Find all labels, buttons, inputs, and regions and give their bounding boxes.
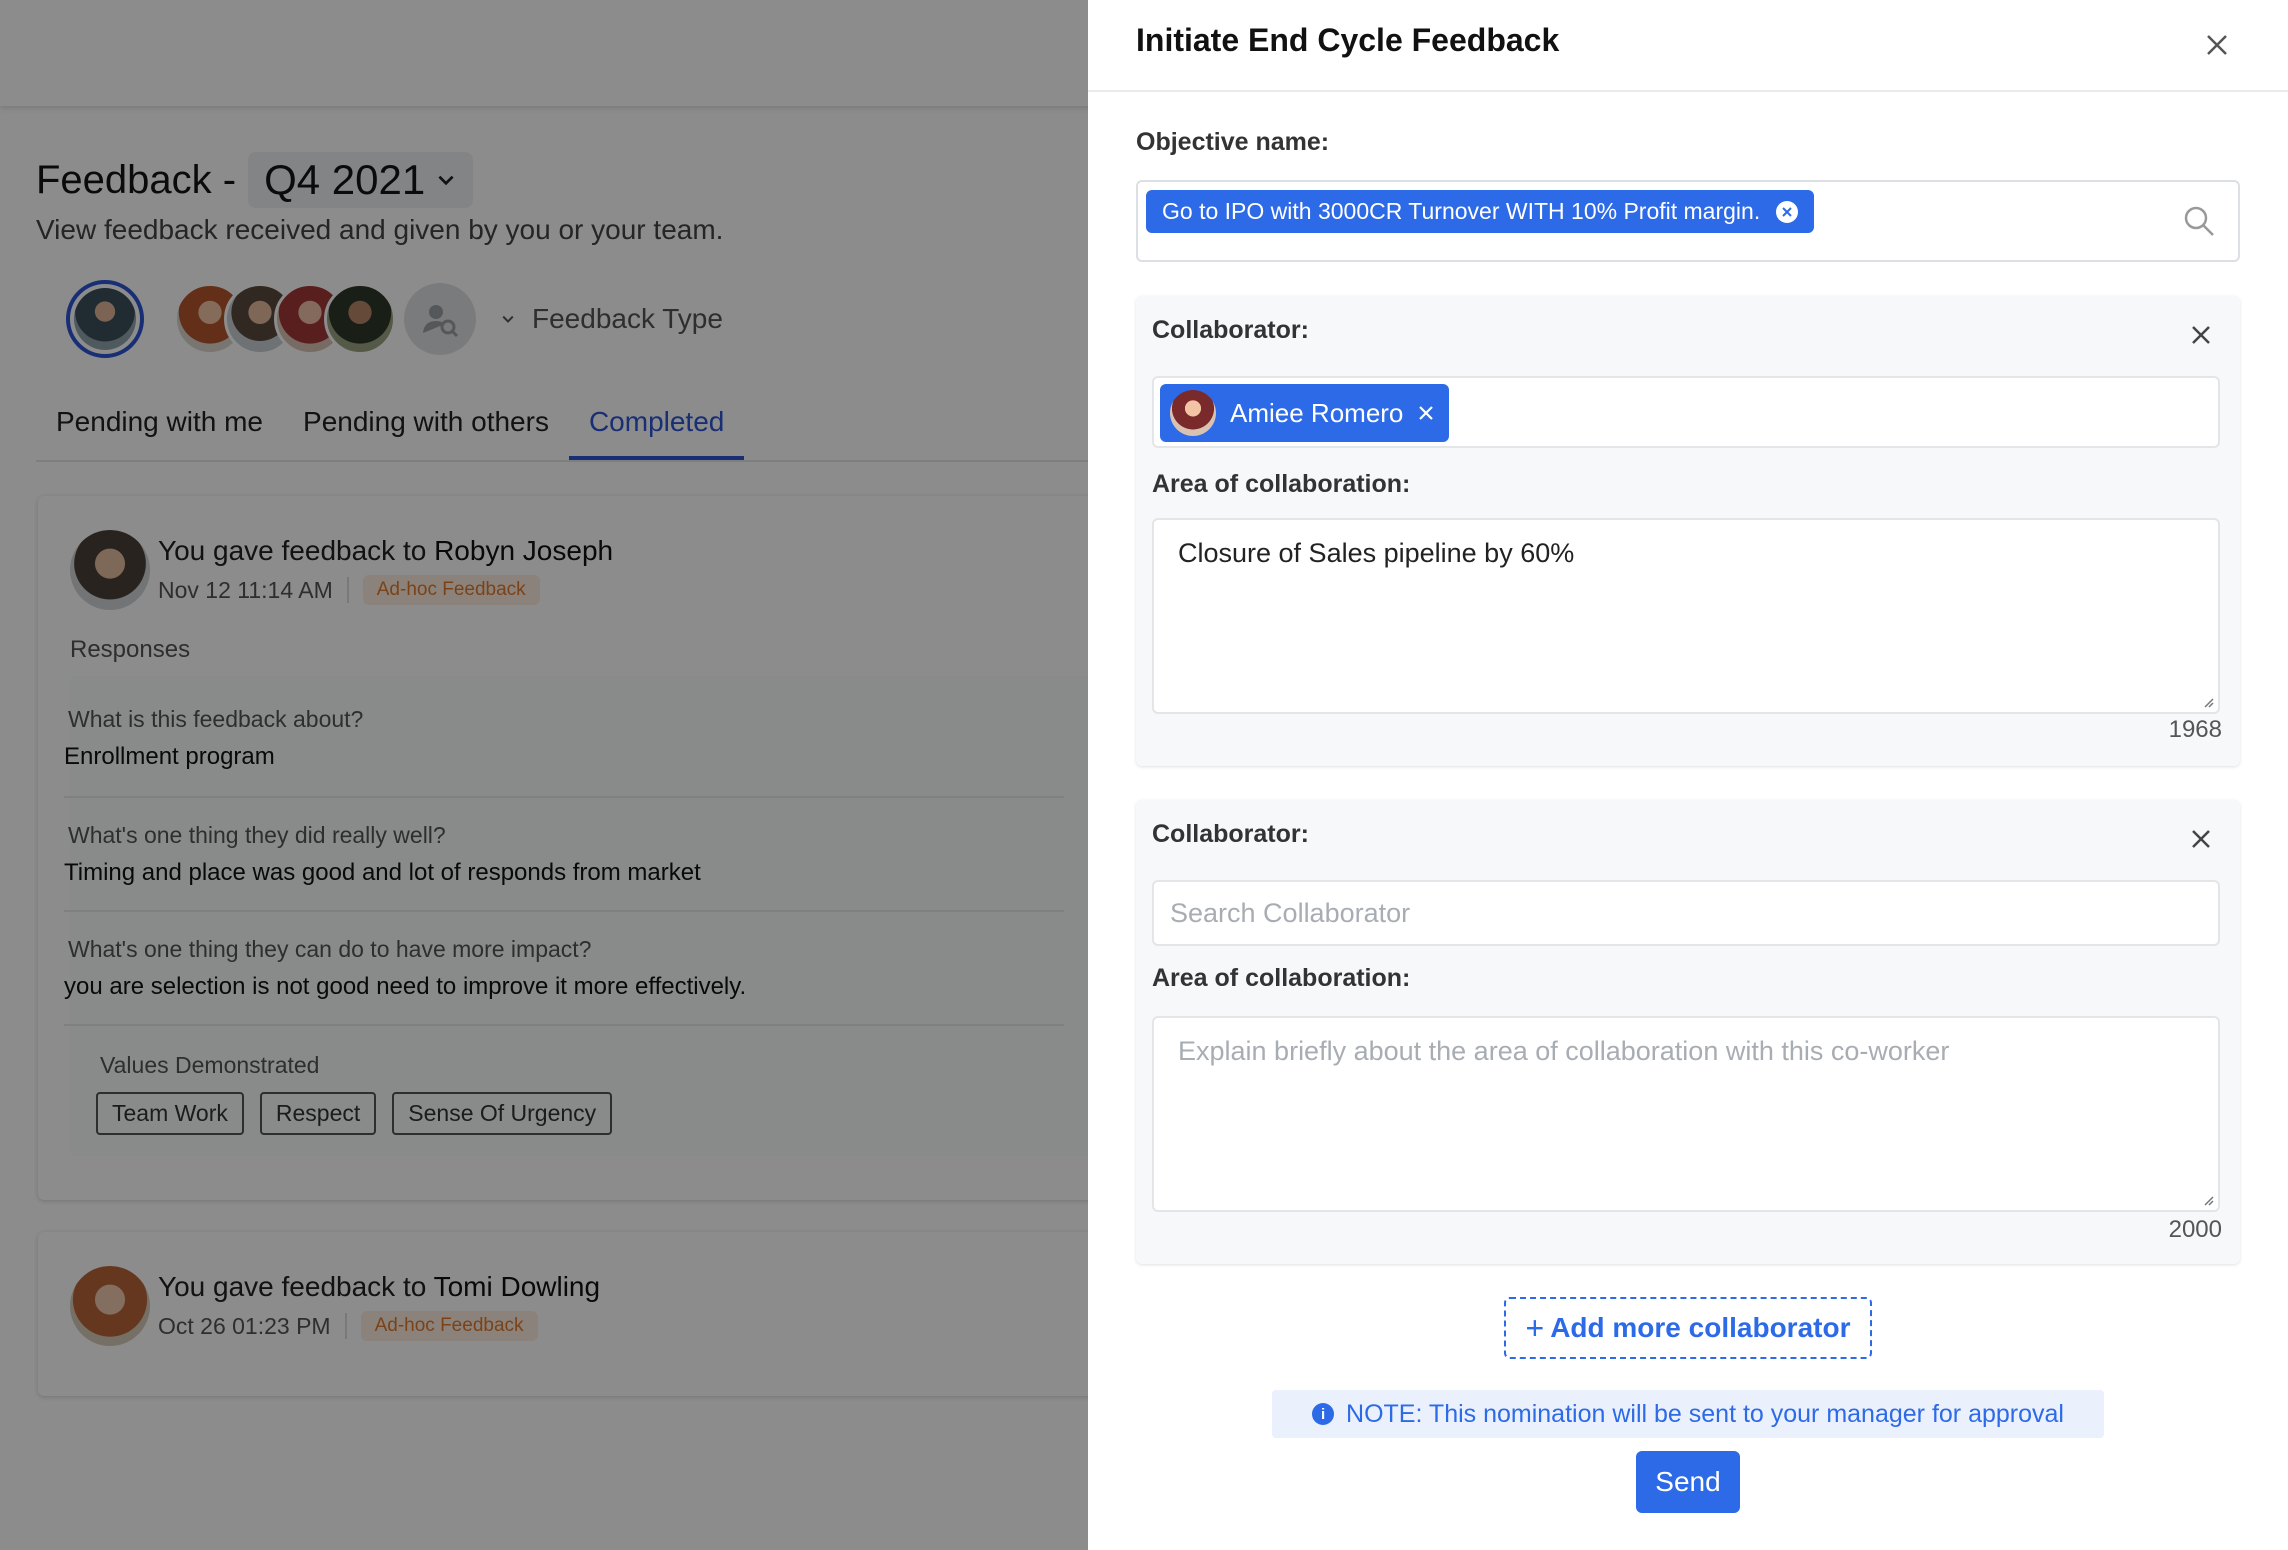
objective-label: Objective name: — [1136, 128, 1330, 156]
resize-handle-icon[interactable] — [2200, 1192, 2214, 1206]
collaborator-label: Collaborator: — [1152, 820, 1309, 848]
close-icon[interactable] — [2188, 826, 2214, 852]
remove-collaborator-icon[interactable] — [1417, 404, 1435, 422]
area-label: Area of collaboration: — [1152, 470, 1411, 498]
objective-select[interactable]: Go to IPO with 3000CR Turnover WITH 10% … — [1136, 180, 2240, 262]
char-count: 1968 — [2168, 716, 2222, 743]
resize-handle-icon[interactable] — [2200, 694, 2214, 708]
send-button[interactable]: Send — [1636, 1451, 1740, 1513]
area-value: Closure of Sales pipeline by 60% — [1178, 538, 1575, 568]
add-more-collaborator-button[interactable]: + Add more collaborator — [1504, 1297, 1872, 1359]
collaborator-tag: Amiee Romero — [1160, 384, 1450, 442]
avatar — [1170, 390, 1216, 436]
collaborator-select[interactable]: Amiee Romero — [1152, 376, 2220, 448]
collaborator-search-input[interactable]: Search Collaborator — [1152, 880, 2220, 946]
area-label: Area of collaboration: — [1152, 964, 1411, 992]
objective-tag-label: Go to IPO with 3000CR Turnover WITH 10% … — [1162, 198, 1761, 224]
approval-note: i NOTE: This nomination will be sent to … — [1272, 1390, 2104, 1438]
add-more-label: Add more collaborator — [1550, 1312, 1851, 1343]
drawer-title: Initiate End Cycle Feedback — [1136, 22, 1560, 58]
note-text: NOTE: This nomination will be sent to yo… — [1346, 1399, 2064, 1428]
char-count: 2000 — [2168, 1216, 2222, 1243]
close-icon[interactable] — [2202, 30, 2232, 60]
collaborator-card: Collaborator: Amiee Romero Area of colla… — [1136, 296, 2240, 766]
collaborator-label: Collaborator: — [1152, 316, 1309, 344]
search-placeholder: Search Collaborator — [1170, 898, 1411, 928]
remove-objective-icon[interactable] — [1776, 200, 1799, 223]
search-icon[interactable] — [2182, 204, 2216, 238]
collaborator-name: Amiee Romero — [1230, 397, 1404, 428]
plus-icon: + — [1525, 1309, 1545, 1346]
area-of-collaboration-textarea[interactable]: Explain briefly about the area of collab… — [1152, 1016, 2220, 1212]
info-icon: i — [1312, 1403, 1335, 1425]
collaborator-card: Collaborator: Search Collaborator Area o… — [1136, 800, 2240, 1264]
area-placeholder: Explain briefly about the area of collab… — [1178, 1036, 1950, 1066]
drawer-header: Initiate End Cycle Feedback — [1088, 0, 2288, 92]
area-of-collaboration-textarea[interactable]: Closure of Sales pipeline by 60% — [1152, 518, 2220, 714]
close-icon[interactable] — [2188, 322, 2214, 348]
objective-tag: Go to IPO with 3000CR Turnover WITH 10% … — [1146, 190, 1815, 233]
